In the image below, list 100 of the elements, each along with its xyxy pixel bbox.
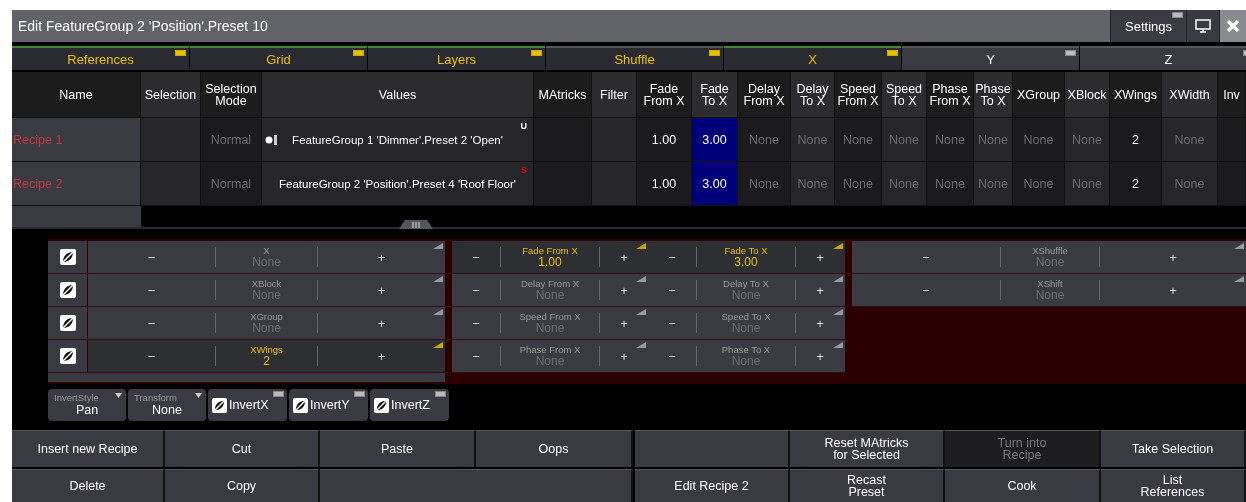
grip-handle-icon[interactable] — [399, 220, 433, 229]
decrease-button[interactable]: − — [88, 241, 215, 273]
close-button[interactable] — [1219, 10, 1246, 42]
dropdown-label: Transform — [134, 392, 177, 403]
tab[interactable]: Layers — [368, 46, 545, 70]
column-header[interactable]: Delay From X — [738, 72, 791, 118]
table-cell: 3.00 — [692, 162, 738, 206]
action-button[interactable]: Cook — [945, 469, 1101, 502]
toggle-button[interactable]: InvertY — [289, 389, 368, 421]
encoder-label: Delay To X — [723, 278, 769, 289]
table-cell: None — [882, 118, 927, 162]
decrease-button[interactable]: − — [648, 307, 696, 339]
decrease-button[interactable]: − — [88, 307, 215, 339]
tab[interactable]: Z — [1080, 46, 1246, 70]
dropdown-label: InvertStyle — [54, 392, 99, 403]
encoder-label: Fade To X — [724, 245, 768, 256]
column-header[interactable]: Name — [12, 72, 141, 118]
corner-triangle-icon — [833, 309, 843, 315]
decrease-button[interactable]: − — [88, 274, 215, 306]
table-cell: None — [791, 162, 835, 206]
column-header[interactable]: Phase From X — [927, 72, 974, 118]
decrease-button[interactable]: − — [452, 241, 500, 273]
tab[interactable]: Shuffle — [546, 46, 723, 70]
action-button[interactable]: List References — [1101, 469, 1246, 502]
toggle-button[interactable]: InvertZ — [370, 389, 449, 421]
tab[interactable]: X — [724, 46, 901, 70]
column-header[interactable]: Speed From X — [835, 72, 882, 118]
action-button[interactable]: Oops — [476, 430, 633, 467]
tab[interactable]: Grid — [190, 46, 367, 70]
toggle-button[interactable]: InvertX — [208, 389, 287, 421]
column-header[interactable]: Fade To X — [692, 72, 738, 118]
dropdown-value: None — [152, 403, 182, 417]
increase-button[interactable]: + — [318, 307, 445, 339]
column-header[interactable]: Phase To X — [974, 72, 1013, 118]
column-header[interactable]: MAtricks — [534, 72, 592, 118]
decrease-button[interactable]: − — [648, 241, 696, 273]
increase-button[interactable]: + — [318, 340, 445, 372]
increase-button[interactable]: + — [1100, 241, 1246, 273]
slash-square-icon — [59, 249, 76, 265]
values-cell: FeatureGroup 2 'Position'.Preset 4 'Roof Floor' S — [262, 162, 534, 206]
settings-button[interactable]: Settings — [1110, 10, 1186, 42]
action-button[interactable]: Recast Preset — [790, 469, 945, 502]
invert-toggle[interactable] — [48, 241, 88, 274]
decrease-button[interactable]: − — [452, 340, 500, 372]
decrease-button[interactable]: − — [648, 340, 696, 372]
table-cell: None — [882, 162, 927, 206]
indicator-icon — [1065, 50, 1076, 56]
invert-toggle[interactable] — [48, 340, 88, 373]
decrease-button[interactable]: − — [852, 241, 1000, 273]
corner-triangle-icon — [433, 342, 443, 348]
monitor-button[interactable] — [1186, 10, 1219, 42]
column-header[interactable]: Inv — [1218, 72, 1246, 118]
tab[interactable]: References — [12, 46, 189, 70]
dropdown[interactable]: InvertStyle Pan — [48, 389, 126, 421]
table-cell: None — [738, 162, 791, 206]
action-button[interactable]: Insert new Recipe — [12, 430, 165, 467]
column-header[interactable]: Speed To X — [882, 72, 927, 118]
decrease-button[interactable]: − — [88, 340, 215, 372]
invert-toggle[interactable] — [48, 274, 88, 307]
decrease-button[interactable]: − — [452, 307, 500, 339]
increase-button[interactable]: + — [600, 241, 648, 273]
column-header[interactable]: Values — [262, 72, 534, 118]
increase-button[interactable]: + — [796, 241, 844, 273]
increase-button[interactable]: + — [318, 241, 445, 273]
column-header[interactable]: Filter — [592, 72, 637, 118]
dropdown[interactable]: Transform None — [128, 389, 206, 421]
action-button[interactable]: Reset MAtricks for Selected — [790, 430, 945, 467]
decrease-button[interactable]: − — [648, 274, 696, 306]
increase-button[interactable]: + — [600, 307, 648, 339]
increase-button[interactable]: + — [600, 274, 648, 306]
increase-button[interactable]: + — [318, 274, 445, 306]
increase-button[interactable]: + — [796, 307, 844, 339]
action-button[interactable]: Cut — [165, 430, 320, 467]
decrease-button[interactable]: − — [852, 274, 1000, 306]
indicator-icon — [709, 50, 720, 56]
column-header[interactable]: Selection Mode — [201, 72, 262, 118]
column-header[interactable]: XWidth — [1162, 72, 1218, 118]
invert-toggle[interactable] — [48, 307, 88, 340]
table-cell: Normal — [201, 118, 262, 162]
column-header[interactable]: XGroup — [1013, 72, 1065, 118]
increase-button[interactable]: + — [796, 340, 844, 372]
decrease-button[interactable]: − — [452, 274, 500, 306]
column-header[interactable]: Delay To X — [791, 72, 835, 118]
column-header[interactable]: XWings — [1110, 72, 1162, 118]
action-button[interactable]: Edit Recipe 2 — [635, 469, 790, 502]
encoder-label: XBlock — [251, 278, 282, 289]
tab[interactable]: Y — [902, 46, 1079, 70]
column-header[interactable]: XBlock — [1065, 72, 1110, 118]
action-button[interactable]: Copy — [165, 469, 320, 502]
action-button[interactable]: Take Selection — [1101, 430, 1246, 467]
table-cell: 1.00 — [637, 118, 692, 162]
table-cell: None — [974, 118, 1013, 162]
increase-button[interactable]: + — [1100, 274, 1246, 306]
column-header[interactable]: Fade From X — [637, 72, 692, 118]
encoder-value: 3.00 — [734, 256, 758, 269]
column-header[interactable]: Selection — [141, 72, 201, 118]
action-button[interactable]: Delete — [12, 469, 165, 502]
increase-button[interactable]: + — [600, 340, 648, 372]
action-button[interactable]: Paste — [320, 430, 476, 467]
increase-button[interactable]: + — [796, 274, 844, 306]
